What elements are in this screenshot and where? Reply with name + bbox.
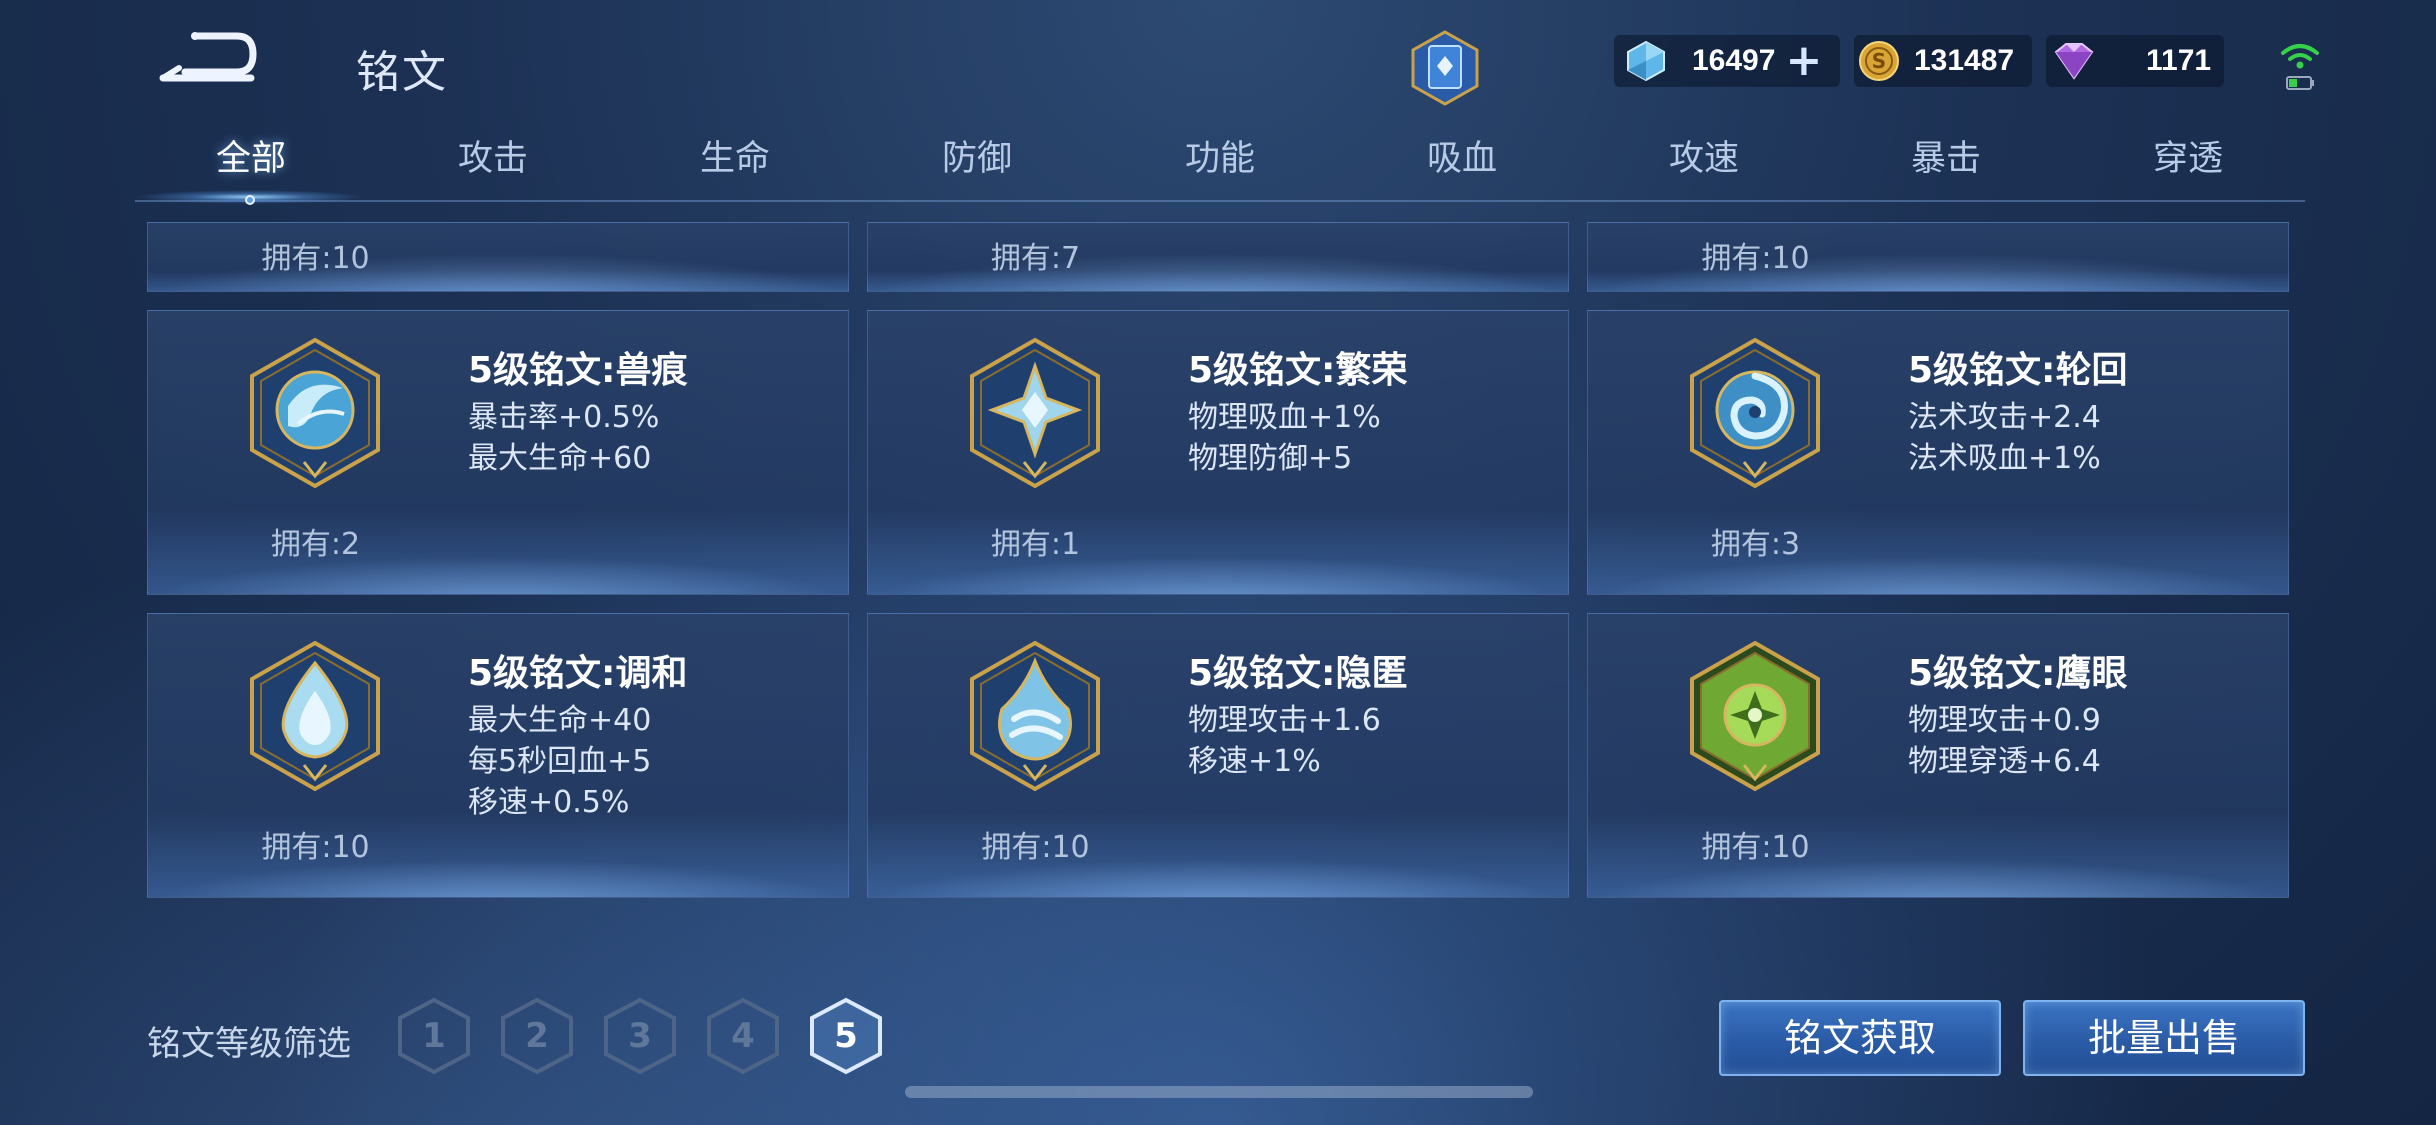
currency-gold: S 131487	[1854, 35, 2032, 87]
gold-count: 131487	[1914, 44, 2015, 77]
page-title: 铭文	[356, 47, 448, 98]
add-crystal-button[interactable]: +	[1785, 39, 1822, 83]
wifi-battery-icon	[2281, 44, 2319, 90]
inscription-name: 5级铭文:轮回	[1908, 350, 2128, 391]
owned-count: 拥有:7	[990, 241, 1081, 276]
inscription-card-partial[interactable]: 拥有:7	[867, 222, 1569, 292]
attribute: 每5秒回血+5	[468, 744, 652, 779]
tab-health[interactable]: 生命	[635, 130, 835, 181]
tab-attack-speed[interactable]: 攻速	[1604, 130, 1804, 181]
level-filter-2[interactable]: 2	[499, 996, 575, 1076]
level-filter-5[interactable]: 5	[808, 996, 884, 1076]
tab-lifesteal[interactable]: 吸血	[1362, 130, 1562, 181]
inscription-name: 5级铭文:兽痕	[468, 350, 688, 391]
inscription-name: 5级铭文:隐匿	[1188, 653, 1408, 694]
attribute: 暴击率+0.5%	[468, 400, 660, 435]
tab-all[interactable]: 全部	[151, 130, 351, 181]
attribute: 物理攻击+0.9	[1908, 703, 2101, 738]
attribute: 物理防御+5	[1188, 441, 1353, 476]
owned-count: 拥有:1	[990, 527, 1081, 562]
owned-count: 拥有:10	[261, 830, 370, 865]
tab-defense[interactable]: 防御	[877, 130, 1077, 181]
owned-count: 拥有:10	[981, 830, 1090, 865]
inscription-card[interactable]: 5级铭文:鹰眼 物理攻击+0.9 物理穿透+6.4 拥有:10	[1587, 613, 2289, 898]
level-filter-label: 铭文等级筛选	[147, 1024, 351, 1064]
prosperity-icon	[970, 337, 1100, 489]
gold-coin-icon: S	[1859, 41, 1899, 81]
owned-count: 拥有:3	[1710, 527, 1801, 562]
attribute: 物理吸血+1%	[1188, 400, 1381, 435]
inscription-attributes: 物理攻击+1.6 移速+1%	[1188, 700, 1381, 782]
owned-count: 拥有:10	[1701, 830, 1810, 865]
level-filter-1[interactable]: 1	[396, 996, 472, 1076]
inscription-name: 5级铭文:繁荣	[1188, 350, 1408, 391]
tab-utility[interactable]: 功能	[1120, 130, 1320, 181]
tab-attack[interactable]: 攻击	[393, 130, 593, 181]
purple-gem-icon	[2054, 43, 2094, 80]
category-tabs: 全部 攻击 生命 防御 功能 吸血 攻速 暴击 穿透	[135, 130, 2305, 200]
owned-count: 拥有:10	[1701, 241, 1810, 276]
gem-count: 1171	[2146, 44, 2212, 77]
inscription-card[interactable]: 5级铭文:繁荣 物理吸血+1% 物理防御+5 拥有:1	[867, 310, 1569, 595]
reincarnation-icon	[1690, 337, 1820, 489]
inscription-attributes: 法术攻击+2.4 法术吸血+1%	[1908, 397, 2101, 479]
inscription-attributes: 物理吸血+1% 物理防御+5	[1188, 397, 1381, 479]
harmony-icon	[250, 640, 380, 792]
inscription-card[interactable]: 5级铭文:轮回 法术攻击+2.4 法术吸血+1% 拥有:3	[1587, 310, 2289, 595]
tab-critical[interactable]: 暴击	[1846, 130, 2046, 181]
owned-count: 拥有:10	[261, 241, 370, 276]
inscription-attributes: 物理攻击+0.9 物理穿透+6.4	[1908, 700, 2101, 782]
attribute: 最大生命+60	[468, 441, 652, 476]
attribute: 移速+1%	[1188, 744, 1321, 779]
inscription-card[interactable]: 5级铭文:隐匿 物理攻击+1.6 移速+1% 拥有:10	[867, 613, 1569, 898]
inscription-book-icon[interactable]	[1405, 28, 1485, 108]
beast-mark-icon	[250, 337, 380, 489]
tab-penetration[interactable]: 穿透	[2088, 130, 2288, 181]
crystal-icon	[1627, 40, 1665, 82]
attribute: 最大生命+40	[468, 703, 652, 738]
inscription-card-partial[interactable]: 拥有:10	[1587, 222, 2289, 292]
bulk-sell-button[interactable]: 批量出售	[2023, 1000, 2305, 1076]
inscription-attributes: 最大生命+40 每5秒回血+5 移速+0.5%	[468, 700, 651, 823]
stealth-icon	[970, 640, 1100, 792]
attribute: 物理穿透+6.4	[1908, 744, 2101, 779]
attribute: 物理攻击+1.6	[1188, 703, 1381, 738]
back-arrow-icon[interactable]	[155, 28, 260, 88]
attribute: 法术攻击+2.4	[1908, 400, 2101, 435]
attribute: 移速+0.5%	[468, 785, 630, 820]
inscription-attributes: 暴击率+0.5% 最大生命+60	[468, 397, 659, 479]
currency-gem: 1171	[2046, 35, 2224, 87]
inscription-card-partial[interactable]: 拥有:10	[147, 222, 849, 292]
crystal-count: 16497	[1692, 44, 1776, 77]
home-indicator[interactable]	[905, 1086, 1533, 1098]
level-filter-4[interactable]: 4	[705, 996, 781, 1076]
active-tab-dot	[245, 195, 255, 205]
tabs-divider	[135, 200, 2305, 202]
inscription-name: 5级铭文:鹰眼	[1908, 653, 2128, 694]
inscription-name: 5级铭文:调和	[468, 653, 688, 694]
inscription-card[interactable]: 5级铭文:兽痕 暴击率+0.5% 最大生命+60 拥有:2	[147, 310, 849, 595]
owned-count: 拥有:2	[270, 527, 361, 562]
attribute: 法术吸血+1%	[1908, 441, 2101, 476]
obtain-inscription-button[interactable]: 铭文获取	[1719, 1000, 2001, 1076]
currency-crystal: 16497 +	[1614, 35, 1840, 87]
inscription-card[interactable]: 5级铭文:调和 最大生命+40 每5秒回血+5 移速+0.5% 拥有:10	[147, 613, 849, 898]
svg-text:S: S	[1872, 49, 1886, 73]
level-filter-3[interactable]: 3	[602, 996, 678, 1076]
eagle-eye-icon	[1690, 640, 1820, 792]
